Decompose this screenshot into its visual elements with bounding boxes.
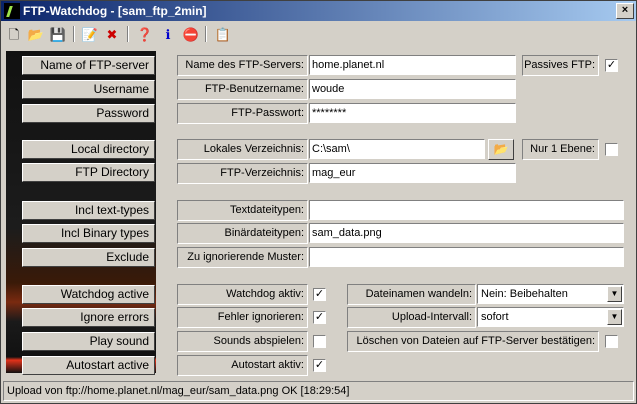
text-types-input[interactable] [309, 200, 624, 220]
stop-button[interactable]: ⛔ [182, 25, 200, 43]
server-input[interactable]: home.planet.nl [309, 55, 516, 75]
local-directory-input[interactable]: C:\sam\ [309, 139, 485, 159]
left-button-ftp-directory[interactable]: FTP Directory [22, 163, 155, 182]
app-icon [4, 3, 20, 19]
stop-icon: ⛔ [182, 26, 200, 42]
password-label: FTP-Passwort: [177, 103, 308, 124]
autostart-active-label: Autostart aktiv: [177, 355, 308, 376]
help-button[interactable]: ❓ [136, 25, 154, 43]
delete-button[interactable]: ✖ [103, 25, 121, 43]
left-button-watchdog-active[interactable]: Watchdog active [22, 285, 155, 304]
left-button-password[interactable]: Password [22, 104, 155, 123]
open-button[interactable]: 📂 [27, 25, 45, 43]
left-button-username[interactable]: Username [22, 80, 155, 99]
info-button[interactable]: ℹ [159, 25, 177, 43]
ftp-directory-input[interactable]: mag_eur [309, 163, 516, 183]
play-sounds-checkbox[interactable] [313, 335, 326, 348]
properties-button[interactable]: 📋 [214, 25, 232, 43]
ftp-directory-label: FTP-Verzeichnis: [177, 163, 308, 184]
toolbar-separator [127, 26, 129, 42]
server-label: Name des FTP-Servers: [177, 55, 308, 76]
upload-interval-label: Upload-Intervall: [347, 307, 476, 328]
password-input[interactable]: ******** [309, 103, 516, 123]
chevron-down-icon[interactable]: ▼ [607, 286, 622, 302]
left-button-text-types[interactable]: Incl text-types [22, 201, 155, 220]
text-types-label: Textdateitypen: [177, 200, 308, 221]
passive-ftp-checkbox[interactable]: ✓ [605, 59, 618, 72]
exclude-input[interactable] [309, 247, 624, 267]
exclude-label: Zu ignorierende Muster: [177, 247, 308, 268]
window-title: FTP-Watchdog - [sam_ftp_2min] [23, 4, 207, 18]
save-button[interactable]: 💾 [49, 25, 67, 43]
one-level-label: Nur 1 Ebene: [522, 139, 599, 160]
info-icon: ℹ [165, 26, 171, 42]
play-sounds-label: Sounds abspielen: [177, 331, 308, 352]
confirm-delete-checkbox[interactable] [605, 335, 618, 348]
delete-icon: ✖ [106, 26, 118, 42]
left-button-play-sound[interactable]: Play sound [22, 332, 155, 351]
ignore-errors-checkbox[interactable]: ✓ [313, 311, 326, 324]
help-icon: ❓ [136, 26, 154, 42]
folder-icon: 📂 [493, 142, 509, 156]
confirm-delete-label: Löschen von Dateien auf FTP-Server bestä… [347, 331, 599, 352]
title-bar: FTP-Watchdog - [sam_ftp_2min] × [1, 1, 636, 21]
username-input[interactable]: woude [309, 79, 516, 99]
open-folder-icon: 📂 [27, 26, 45, 42]
toolbar: 🗋 📂 💾 📝 ✖ ❓ ℹ ⛔ 📋 [1, 22, 636, 46]
toolbar-separator [73, 26, 75, 42]
autostart-active-checkbox[interactable]: ✓ [313, 359, 326, 372]
left-button-ftp-server[interactable]: Name of FTP-server [22, 56, 155, 75]
properties-icon: 📋 [214, 26, 232, 42]
save-icon: 💾 [49, 26, 67, 42]
left-button-ignore-errors[interactable]: Ignore errors [22, 308, 155, 327]
close-button[interactable]: × [616, 3, 634, 19]
watchdog-active-label: Watchdog aktiv: [177, 284, 308, 305]
left-button-autostart-active[interactable]: Autostart active [22, 356, 155, 375]
edit-icon: 📝 [81, 26, 99, 42]
binary-types-label: Binärdateitypen: [177, 223, 308, 244]
status-bar: Upload von ftp://home.planet.nl/mag_eur/… [3, 381, 634, 401]
toolbar-separator [205, 26, 207, 42]
one-level-checkbox[interactable] [605, 143, 618, 156]
upload-interval-value: sofort [481, 311, 509, 323]
new-icon: 🗋 [8, 26, 20, 42]
username-label: FTP-Benutzername: [177, 79, 308, 100]
edit-button[interactable]: 📝 [81, 25, 99, 43]
binary-types-input[interactable]: sam_data.png [309, 223, 624, 243]
watchdog-active-checkbox[interactable]: ✓ [313, 288, 326, 301]
left-button-exclude[interactable]: Exclude [22, 248, 155, 267]
left-button-local-directory[interactable]: Local directory [22, 140, 155, 159]
rename-files-label: Dateinamen wandeln: [347, 284, 476, 305]
passive-ftp-label: Passives FTP: [522, 55, 599, 76]
ignore-errors-label: Fehler ignorieren: [177, 307, 308, 328]
left-button-binary-types[interactable]: Incl Binary types [22, 224, 155, 243]
rename-files-value: Nein: Beibehalten [481, 288, 568, 300]
new-button[interactable]: 🗋 [5, 25, 23, 43]
main-window: FTP-Watchdog - [sam_ftp_2min] × 🗋 📂 💾 📝 … [0, 0, 637, 404]
rename-files-select[interactable]: Nein: Beibehalten ▼ [477, 284, 624, 304]
local-directory-label: Lokales Verzeichnis: [177, 139, 308, 160]
browse-folder-button[interactable]: 📂 [488, 139, 514, 160]
chevron-down-icon[interactable]: ▼ [607, 309, 622, 325]
upload-interval-select[interactable]: sofort ▼ [477, 307, 624, 327]
